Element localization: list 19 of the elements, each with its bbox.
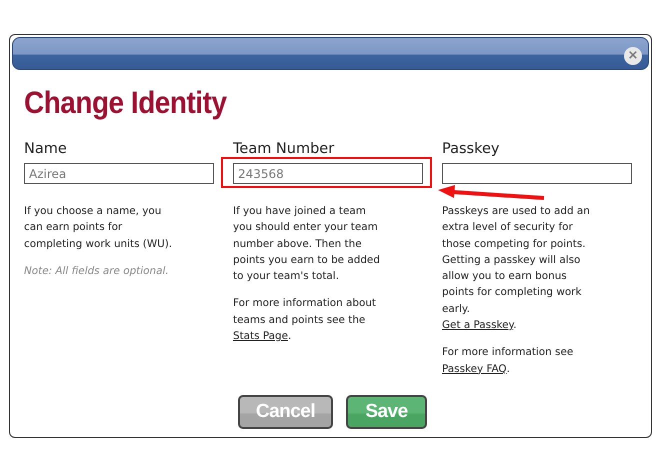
help-text: For more information about teams and points see the Stats Page. (233, 296, 378, 344)
help-text: For more information see Passkey FAQ. (442, 345, 574, 377)
note-text: Note: All fields are optional. (24, 264, 170, 279)
field-label: Team Number (233, 141, 334, 158)
text-link[interactable]: Passkey FAQ (442, 362, 507, 375)
input-field[interactable]: 243568 (233, 163, 423, 184)
help-text: Passkeys are used to add an extra level of security for those competing for points. Getting a passkey will also allow you to earn bonus points for completing work early. Get a Passkey. (442, 204, 591, 334)
help-text: If you choose a name, you can earn points for completing work units (WU). (24, 204, 174, 252)
input-field[interactable]: Azirea (24, 163, 214, 184)
help-text: If you have joined a team you should enter your team number above. Then the points you earn to be added to your team's total. (233, 204, 381, 284)
field-label: Name (24, 141, 67, 158)
arrow-icon (438, 185, 544, 200)
text-link[interactable]: Stats Page (233, 330, 288, 342)
close-button[interactable]: × (624, 47, 642, 65)
save-button[interactable]: Save (346, 395, 427, 429)
field-label: Passkey (442, 141, 500, 158)
text-link[interactable]: Get a Passkey (442, 319, 514, 332)
input-field[interactable] (442, 163, 632, 184)
dialog-title: Change Identity (24, 84, 227, 122)
